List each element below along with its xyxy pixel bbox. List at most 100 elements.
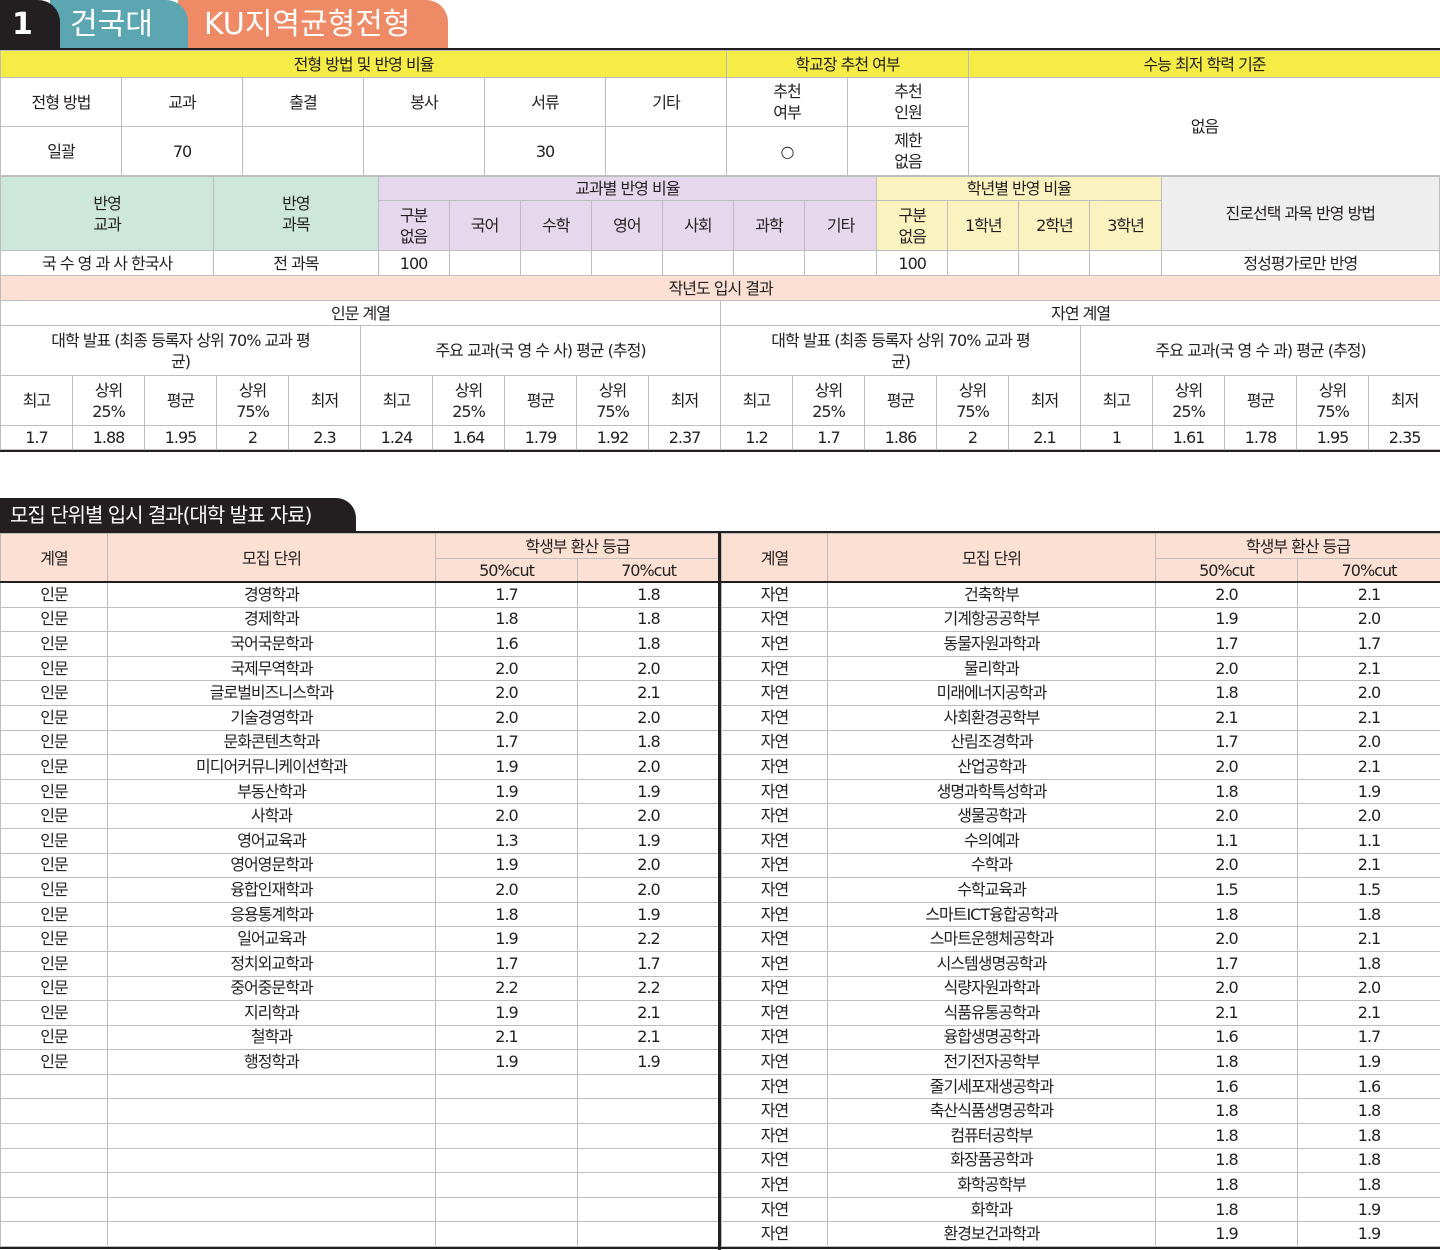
row-cut50 <box>435 1196 578 1223</box>
row-cut70 <box>577 1147 720 1174</box>
table-row: 인문 기술경영학과 2.0 2.0 <box>0 704 720 731</box>
section-number-label: 1 <box>12 7 33 42</box>
row-track <box>0 1098 108 1125</box>
row-cut70: 2.0 <box>1297 729 1440 756</box>
table-row: 자연 화학공학부 1.8 1.8 <box>721 1172 1440 1198</box>
row-cut50: 1.6 <box>1155 1073 1298 1100</box>
row-track: 인문 <box>0 582 108 608</box>
row-track: 자연 <box>721 1221 828 1248</box>
unit-col-header: 모집 단위 <box>827 533 1156 583</box>
last-year-title: 작년도 입시 결과 <box>0 275 1440 301</box>
row-cut50: 2.0 <box>1155 582 1298 608</box>
track-col-header: 계열 <box>0 533 108 583</box>
grade-ratio-value <box>1018 250 1091 276</box>
stat-value: 1.61 <box>1152 425 1225 450</box>
row-track: 자연 <box>721 827 828 854</box>
stat-col-header: 상위 75% <box>1296 375 1369 426</box>
row-unit: 영어영문학과 <box>107 852 436 879</box>
grade-col-header: 학생부 환산 등급 <box>1155 533 1440 559</box>
row-track: 인문 <box>0 631 108 657</box>
grade-col-header: 학생부 환산 등급 <box>435 533 720 559</box>
row-unit: 미래에너지공학과 <box>827 680 1156 706</box>
table-row: 자연 동물자원과학과 1.7 1.7 <box>721 631 1440 657</box>
row-cut50: 1.9 <box>1155 606 1298 633</box>
row-unit <box>107 1073 436 1100</box>
table-row: 인문 영어영문학과 1.9 2.0 <box>0 852 720 879</box>
row-track: 인문 <box>0 1000 108 1026</box>
row-cut70: 2.1 <box>1297 926 1440 952</box>
row-track: 자연 <box>721 1123 828 1149</box>
row-cut50: 2.0 <box>1155 975 1298 1002</box>
row-track: 자연 <box>721 606 828 633</box>
table-row: 자연 스마트운행체공학과 2.0 2.1 <box>721 926 1440 952</box>
table-row: 인문 미디어커뮤니케이션학과 1.9 2.0 <box>0 754 720 780</box>
row-cut50: 1.3 <box>435 827 578 854</box>
stat-col-header: 상위 75% <box>576 375 649 426</box>
row-track: 인문 <box>0 827 108 854</box>
stat-col-header: 평균 <box>144 375 217 426</box>
row-cut70: 1.7 <box>1297 631 1440 657</box>
table-row: 자연 생물공학과 2.0 2.0 <box>721 803 1440 829</box>
row-cut70: 1.8 <box>1297 1098 1440 1125</box>
row-cut70: 1.7 <box>577 950 720 977</box>
table-row: 인문 국어국문학과 1.6 1.8 <box>0 631 720 657</box>
row-cut70: 1.9 <box>1297 1196 1440 1223</box>
row-unit <box>107 1196 436 1223</box>
row-cut70: 2.0 <box>1297 803 1440 829</box>
table-row: 자연 줄기세포재생공학과 1.6 1.6 <box>721 1073 1440 1100</box>
method-col-header: 전형 방법 <box>0 77 122 127</box>
table-row: 인문 철학과 2.1 2.1 <box>0 1024 720 1051</box>
method-col-header: 교과 <box>121 77 243 127</box>
row-cut50: 1.8 <box>435 606 578 633</box>
row-track: 인문 <box>0 754 108 780</box>
row-cut70: 1.8 <box>1297 901 1440 928</box>
row-unit: 일어교육과 <box>107 926 436 952</box>
row-track: 자연 <box>721 631 828 657</box>
row-unit: 수의예과 <box>827 827 1156 854</box>
method-col-header: 봉사 <box>363 77 485 127</box>
row-track: 인문 <box>0 803 108 829</box>
row-unit: 컴퓨터공학부 <box>827 1123 1156 1149</box>
row-unit: 식품유통공학과 <box>827 1000 1156 1026</box>
row-track: 자연 <box>721 680 828 706</box>
humanities-header: 인문 계열 <box>0 300 721 326</box>
row-cut70: 1.9 <box>577 1049 720 1075</box>
row-cut70: 1.9 <box>1297 1049 1440 1075</box>
method-col-header: 서류 <box>484 77 606 127</box>
cut70-col-header: 70%cut <box>1297 558 1440 583</box>
row-unit: 산림조경학과 <box>827 729 1156 756</box>
row-cut50: 2.1 <box>435 1024 578 1051</box>
row-track: 자연 <box>721 1196 828 1223</box>
row-cut70: 1.6 <box>1297 1073 1440 1100</box>
stat-value: 2.3 <box>288 425 361 450</box>
row-unit: 기술경영학과 <box>107 704 436 731</box>
method-group-header: 전형 방법 및 반영 비율 <box>0 50 728 78</box>
row-cut50: 2.0 <box>435 655 578 682</box>
row-track: 인문 <box>0 1049 108 1075</box>
row-track: 인문 <box>0 901 108 928</box>
row-unit: 환경보건과학과 <box>827 1221 1156 1248</box>
row-track: 인문 <box>0 975 108 1002</box>
grade-ratio-value <box>1089 250 1162 276</box>
stat-value: 1.95 <box>144 425 217 450</box>
row-unit: 수학과 <box>827 852 1156 879</box>
row-track: 인문 <box>0 1024 108 1051</box>
row-unit: 건축학부 <box>827 582 1156 608</box>
stat-col-header: 최저 <box>288 375 361 426</box>
row-unit: 융합생명공학과 <box>827 1024 1156 1051</box>
cut50-col-header: 50%cut <box>1155 558 1298 583</box>
row-track: 자연 <box>721 778 828 805</box>
table-row: 인문 국제무역학과 2.0 2.0 <box>0 655 720 682</box>
row-track: 인문 <box>0 778 108 805</box>
table-row <box>0 1221 720 1248</box>
stat-col-header: 최고 <box>360 375 433 426</box>
row-unit: 응용통계학과 <box>107 901 436 928</box>
row-cut70 <box>577 1098 720 1125</box>
row-cut70 <box>577 1196 720 1223</box>
subject-col-header: 과학 <box>732 200 806 251</box>
subject-ratio-value <box>804 250 878 276</box>
row-cut70: 2.1 <box>577 1000 720 1026</box>
row-cut50 <box>435 1098 578 1125</box>
row-cut70: 2.1 <box>577 1024 720 1051</box>
row-cut50: 2.0 <box>435 803 578 829</box>
